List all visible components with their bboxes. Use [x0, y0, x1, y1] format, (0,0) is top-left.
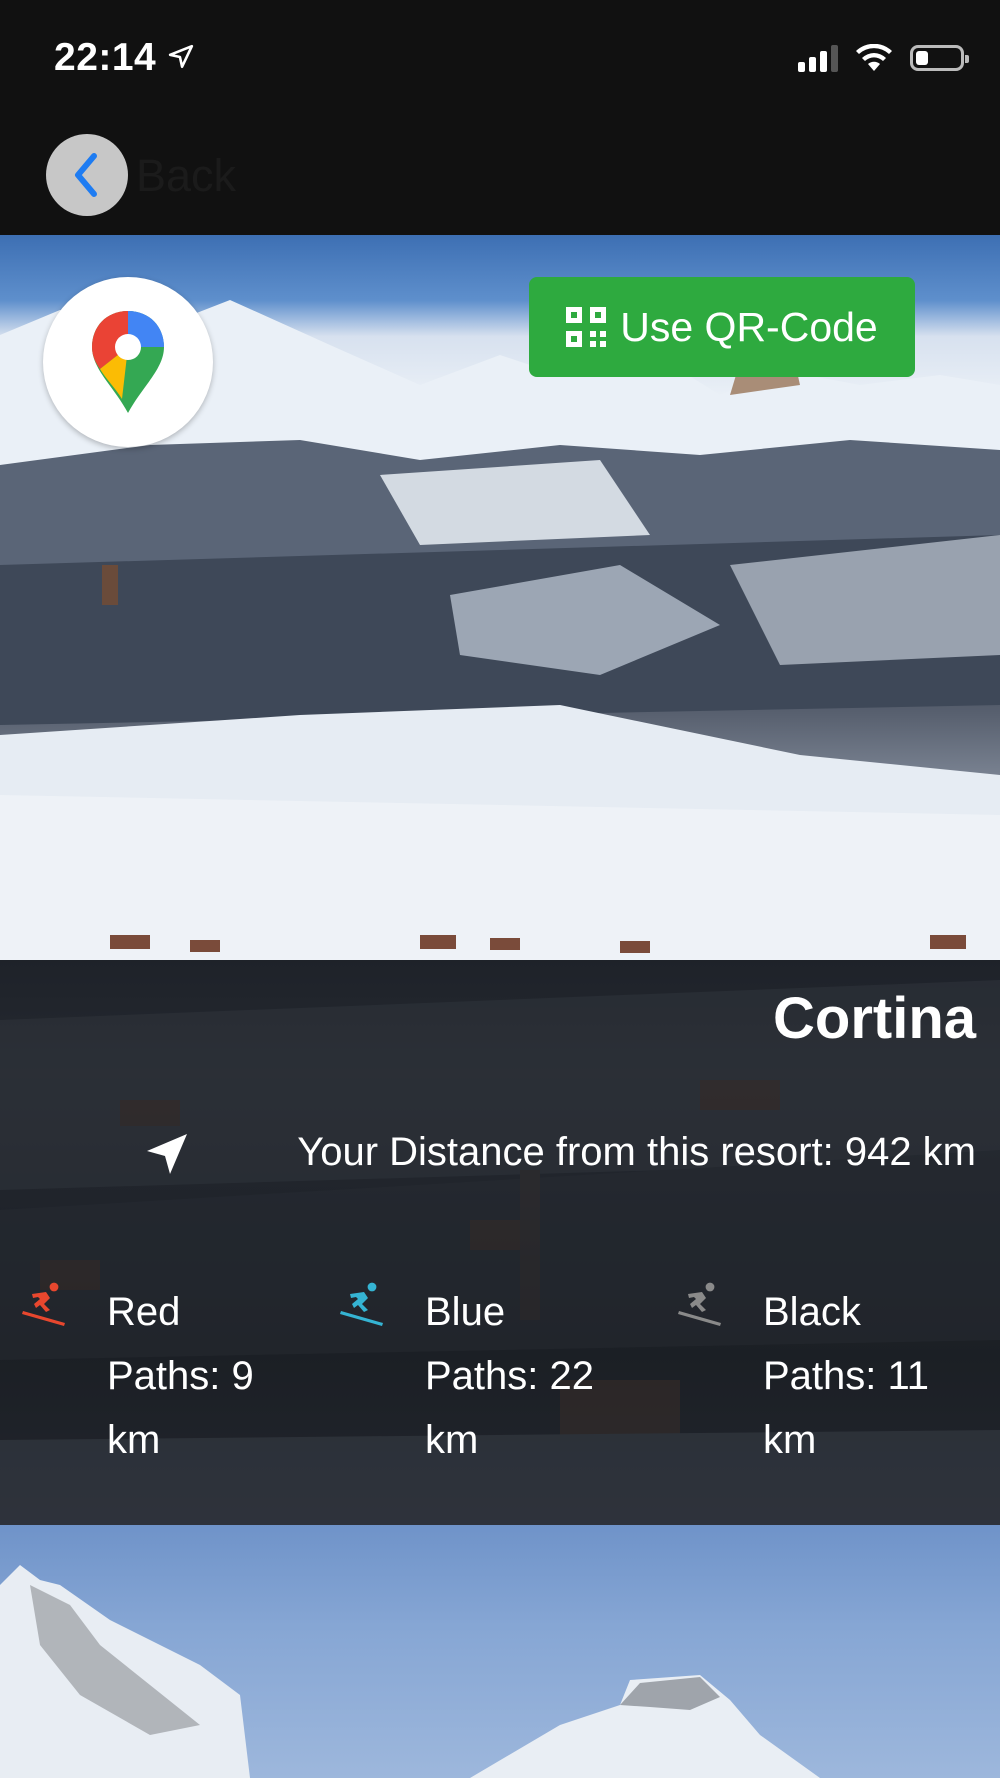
next-resort-mountain-image [0, 1565, 820, 1778]
qr-code-icon [566, 307, 607, 347]
chevron-left-icon [75, 153, 97, 197]
path-color-label: Black [763, 1290, 861, 1334]
path-color-label: Red [107, 1290, 181, 1334]
google-maps-pin-icon [92, 311, 164, 413]
back-label[interactable]: Back [136, 150, 236, 202]
path-count-label: Paths: 11 [763, 1354, 930, 1398]
path-unit-label: km [763, 1418, 817, 1462]
path-unit-label: km [425, 1418, 479, 1462]
distance-text: Your Distance from this resort: 942 km [297, 1130, 976, 1174]
next-resort-card[interactable] [0, 1525, 1000, 1778]
use-qr-code-label: Use QR-Code [620, 303, 878, 350]
location-arrow-icon [168, 44, 194, 69]
resort-name: Cortina [773, 986, 976, 1051]
status-time: 22:14 [54, 36, 157, 79]
path-count-label: Paths: 9 [107, 1354, 254, 1398]
use-qr-code-button[interactable]: Use QR-Code [529, 277, 915, 377]
path-unit-label: km [107, 1418, 161, 1462]
skier-icon [340, 1282, 383, 1326]
status-icons [798, 44, 969, 72]
cellular-signal-icon [798, 44, 838, 72]
wifi-icon [856, 44, 892, 71]
back-button[interactable] [46, 134, 128, 216]
path-color-label: Blue [425, 1290, 506, 1334]
skier-icon [678, 1282, 721, 1326]
battery-icon [910, 45, 969, 71]
skier-icon [22, 1282, 65, 1326]
google-maps-button[interactable] [43, 277, 213, 447]
path-count-label: Paths: 22 [425, 1354, 595, 1398]
status-bar: 22:14 [0, 0, 1000, 120]
navigation-arrow-icon [147, 1134, 187, 1174]
